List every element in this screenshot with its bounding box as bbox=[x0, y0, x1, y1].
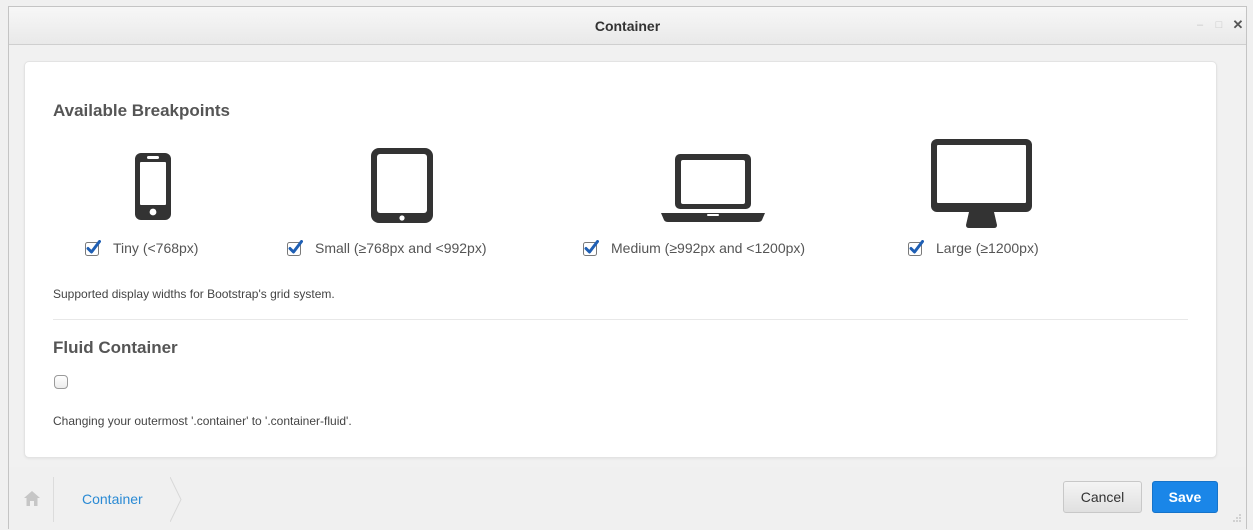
section-divider bbox=[53, 319, 1188, 320]
window-title: Container bbox=[594, 18, 661, 34]
cancel-button[interactable]: Cancel bbox=[1063, 481, 1142, 513]
phone-icon bbox=[135, 153, 171, 220]
home-button[interactable] bbox=[9, 477, 54, 522]
laptop-icon bbox=[661, 154, 765, 222]
title-bar: Container – □ ✕ bbox=[9, 7, 1246, 45]
tablet-icon bbox=[371, 148, 433, 223]
dialog-window: Container – □ ✕ Available Breakpoints Ti… bbox=[8, 6, 1247, 530]
breakpoint-label: Small (≥768px and <992px) bbox=[315, 240, 487, 256]
breadcrumb-label: Container bbox=[82, 491, 143, 507]
maximize-button[interactable]: □ bbox=[1211, 17, 1227, 33]
save-button[interactable]: Save bbox=[1152, 481, 1218, 513]
checkbox-unchecked-icon[interactable] bbox=[54, 375, 68, 389]
breakpoint-label: Tiny (<768px) bbox=[113, 240, 199, 256]
breakpoints-title: Available Breakpoints bbox=[53, 101, 230, 120]
minimize-button[interactable]: – bbox=[1192, 17, 1208, 33]
fluid-help-text: Changing your outermost '.container' to … bbox=[53, 414, 352, 428]
close-button[interactable]: ✕ bbox=[1230, 17, 1246, 33]
fluid-container-title: Fluid Container bbox=[53, 338, 178, 357]
checkbox-checked-icon[interactable] bbox=[287, 240, 303, 261]
checkbox-checked-icon[interactable] bbox=[85, 240, 101, 261]
breakpoint-label: Medium (≥992px and <1200px) bbox=[611, 240, 806, 256]
breadcrumb-item[interactable]: Container bbox=[54, 477, 182, 522]
desktop-icon bbox=[931, 139, 1032, 229]
checkbox-checked-icon[interactable] bbox=[583, 240, 599, 261]
breakpoints-help-text: Supported display widths for Bootstrap's… bbox=[53, 287, 335, 301]
breadcrumb-chevron-icon bbox=[170, 477, 182, 522]
resize-grip-icon[interactable] bbox=[1232, 513, 1242, 523]
breakpoint-label: Large (≥1200px) bbox=[936, 240, 1039, 256]
checkbox-checked-icon[interactable] bbox=[908, 240, 924, 261]
fluid-container-checkbox[interactable] bbox=[54, 375, 69, 390]
home-icon bbox=[24, 491, 40, 506]
footer-bar: Container bbox=[9, 467, 1246, 530]
settings-panel: Available Breakpoints Tiny (<768px) Smal… bbox=[24, 61, 1217, 458]
